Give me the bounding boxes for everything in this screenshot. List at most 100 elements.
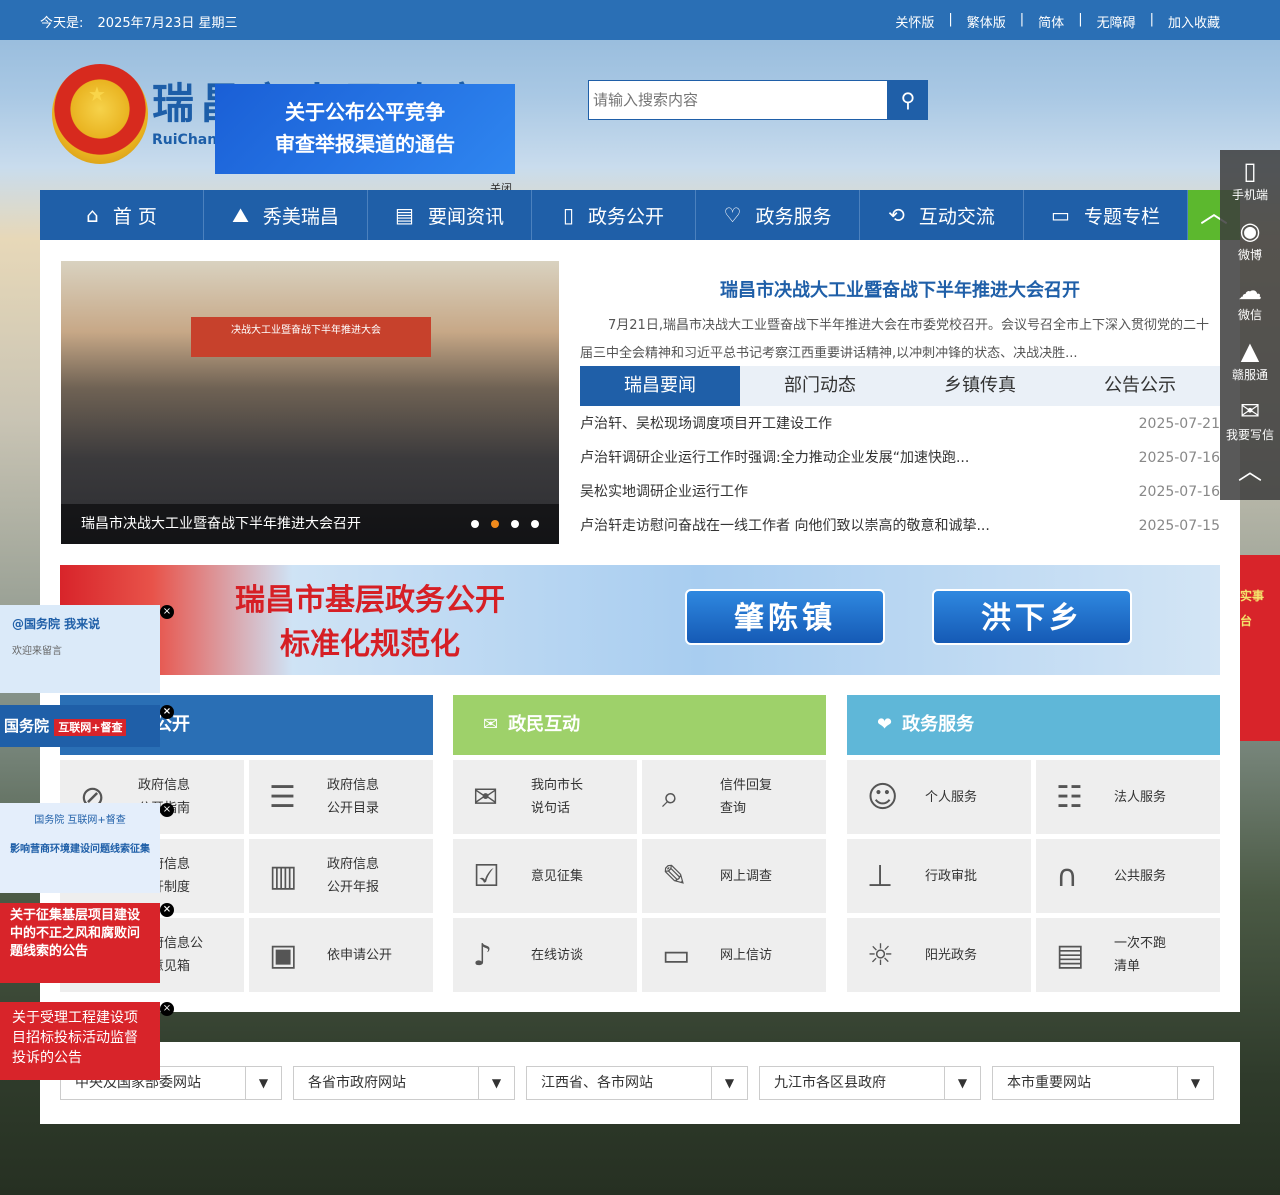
header: ★ 瑞昌市人民政府 RuiChang 关于公布公平竞争 审查举报渠道的通告 关闭… bbox=[0, 40, 1280, 195]
slider-dot-2[interactable] bbox=[491, 520, 499, 528]
tab-ruichang-news[interactable]: 瑞昌要闻 bbox=[580, 366, 740, 406]
notice-popup[interactable]: 关于公布公平竞争 审查举报渠道的通告 bbox=[215, 84, 515, 174]
chat-icon: ▭ bbox=[662, 937, 691, 973]
edit-icon: ✎ bbox=[662, 858, 688, 894]
gov-service-header[interactable]: ❤ 政务服务 bbox=[847, 695, 1220, 755]
notice-line1: 关于公布公平竞争 bbox=[285, 100, 445, 124]
town-button-hongxia[interactable]: 洪下乡 bbox=[932, 589, 1132, 645]
nav-scenic[interactable]: ⛰ 秀美瑞昌 bbox=[204, 190, 368, 240]
standardization-banner[interactable]: 瑞昌市基层政务公开 标准化规范化 肇陈镇 洪下乡 bbox=[60, 565, 1220, 675]
nav-news[interactable]: ▤ 要闻资讯 bbox=[368, 190, 532, 240]
interaction-column: ✉ 政民互动 ✉ 我向市长 说句话 ⌕ 信件回复 查询 ☑ 意见征集 ✎ 网上调查 ♪ 在线访谈… bbox=[453, 695, 826, 992]
care-version-link[interactable]: 关怀版 bbox=[895, 12, 934, 31]
weibo-link[interactable]: ◉ 微博 bbox=[1220, 210, 1280, 270]
nav-gov-open[interactable]: ▯ 政务公开 bbox=[532, 190, 696, 240]
news-slider[interactable]: 决战大工业暨奋战下半年推进大会 瑞昌市决战大工业暨奋战下半年推进大会召开 bbox=[61, 261, 559, 544]
search-button[interactable]: ⚲ bbox=[888, 80, 928, 120]
search-icon: ⚲ bbox=[900, 89, 916, 112]
right-side-banner[interactable]: 实事台 bbox=[1240, 555, 1280, 741]
slider-dot-4[interactable] bbox=[531, 520, 539, 528]
list-item[interactable]: 卢治轩走访慰问奋战在一线工作者 向他们致以崇高的敬意和诚挚... 2025-07-… bbox=[580, 514, 1220, 548]
mail-icon: ✉ bbox=[483, 714, 499, 735]
corporate-service[interactable]: ☷ 法人服务 bbox=[1036, 760, 1220, 834]
envelope-icon: ✉ bbox=[1239, 397, 1261, 425]
public-service[interactable]: ∩ 公共服务 bbox=[1036, 839, 1220, 913]
select-city-sites[interactable]: 本市重要网站 ▼ bbox=[992, 1066, 1214, 1100]
home-icon: ⌂ bbox=[86, 203, 99, 227]
mobile-link[interactable]: ▯ 手机端 bbox=[1220, 150, 1280, 210]
slider-dot-1[interactable] bbox=[471, 520, 479, 528]
close-icon[interactable]: × bbox=[160, 705, 174, 719]
accessibility-link[interactable]: 无障碍 bbox=[1097, 12, 1136, 31]
list-item[interactable]: 卢治轩调研企业运行工作时强调:全力推动企业发展“加速快跑... 2025-07-1… bbox=[580, 446, 1220, 480]
left-float-bidding-notice[interactable]: 关于受理工程建设项目招标投标活动监督投诉的公告 × bbox=[0, 1002, 174, 1080]
traditional-link[interactable]: 繁体版 bbox=[967, 12, 1006, 31]
one-visit-list[interactable]: ▤ 一次不跑 清单 bbox=[1036, 918, 1220, 992]
simplified-link[interactable]: 简体 bbox=[1038, 12, 1064, 31]
list-item[interactable]: 卢治轩、吴松现场调度项目开工建设工作 2025-07-21 bbox=[580, 412, 1220, 446]
chevron-down-icon: ▼ bbox=[944, 1067, 980, 1099]
national-emblem-logo[interactable]: ★ bbox=[52, 64, 148, 164]
tab-department-news[interactable]: 部门动态 bbox=[740, 366, 900, 406]
checklist-icon: ☑ bbox=[473, 858, 500, 894]
date-text: 2025年7月23日 星期三 bbox=[97, 16, 238, 31]
gov-info-catalog[interactable]: ☰ 政府信息 公开目录 bbox=[249, 760, 433, 834]
select-provincial-sites[interactable]: 各省市政府网站 ▼ bbox=[293, 1066, 515, 1100]
close-icon[interactable]: × bbox=[160, 903, 174, 917]
select-jiujiang-districts[interactable]: 九江市各区县政府 ▼ bbox=[759, 1066, 981, 1100]
search-input[interactable] bbox=[588, 80, 888, 120]
left-float-business-env[interactable]: 国务院 互联网+督查 影响营商环境建设问题线索征集 × bbox=[0, 803, 174, 893]
tab-announcements[interactable]: 公告公示 bbox=[1060, 366, 1220, 406]
headline-title[interactable]: 瑞昌市决战大工业暨奋战下半年推进大会召开 bbox=[580, 276, 1220, 302]
corporate-icon: ☷ bbox=[1056, 779, 1083, 815]
online-interview[interactable]: ♪ 在线访谈 bbox=[453, 918, 637, 992]
wechat-link[interactable]: ☁ 微信 bbox=[1220, 270, 1280, 330]
nav-topics[interactable]: ▭ 专题专栏 bbox=[1024, 190, 1188, 240]
chevron-down-icon: ▼ bbox=[711, 1067, 747, 1099]
headset-icon: ∩ bbox=[1056, 858, 1078, 894]
admin-approval[interactable]: ⊥ 行政审批 bbox=[847, 839, 1031, 913]
chevron-down-icon: ▼ bbox=[1177, 1067, 1213, 1099]
left-float-corruption-notice[interactable]: 关于征集基层项目建设中的不正之风和腐败问题线索的公告 × bbox=[0, 903, 174, 983]
search-doc-icon: ⌕ bbox=[662, 779, 679, 815]
apply-disclosure[interactable]: ▣ 依申请公开 bbox=[249, 918, 433, 992]
gov-info-annual-report[interactable]: ▥ 政府信息 公开年报 bbox=[249, 839, 433, 913]
online-survey[interactable]: ✎ 网上调查 bbox=[642, 839, 826, 913]
back-to-top-button[interactable]: ︿ bbox=[1220, 450, 1280, 510]
sunshine-gov[interactable]: ☼ 阳光政务 bbox=[847, 918, 1031, 992]
list-item[interactable]: 吴松实地调研企业运行工作 2025-07-16 bbox=[580, 480, 1220, 514]
opinion-collection[interactable]: ☑ 意见征集 bbox=[453, 839, 637, 913]
nav-interaction[interactable]: ⟲ 互动交流 bbox=[860, 190, 1024, 240]
book-icon: ▯ bbox=[562, 203, 574, 227]
headline-summary: 7月21日,瑞昌市决战大工业暨奋战下半年推进大会在市委党校召开。会议号召全市上下… bbox=[580, 318, 1209, 361]
close-icon[interactable]: × bbox=[160, 605, 174, 619]
chevron-down-icon: ▼ bbox=[245, 1067, 281, 1099]
left-float-comment[interactable]: @国务院 我来说 欢迎来留言 × bbox=[0, 605, 174, 693]
close-icon[interactable]: × bbox=[160, 1002, 174, 1016]
weibo-icon: ◉ bbox=[1239, 217, 1261, 245]
online-petition[interactable]: ▭ 网上信访 bbox=[642, 918, 826, 992]
personal-service[interactable]: ☺ 个人服务 bbox=[847, 760, 1031, 834]
reply-query[interactable]: ⌕ 信件回复 查询 bbox=[642, 760, 826, 834]
interaction-header[interactable]: ✉ 政民互动 bbox=[453, 695, 826, 755]
slider-dot-3[interactable] bbox=[511, 520, 519, 528]
microphone-icon: ♪ bbox=[473, 937, 493, 973]
nav-home[interactable]: ⌂ 首 页 bbox=[40, 190, 204, 240]
mountain-icon: ⛰ bbox=[232, 203, 249, 227]
tab-town-news[interactable]: 乡镇传真 bbox=[900, 366, 1060, 406]
gov-service-column: ❤ 政务服务 ☺ 个人服务 ☷ 法人服务 ⊥ 行政审批 ∩ 公共服务 ☼ 阳光政务 ▤ 一次不… bbox=[847, 695, 1220, 992]
right-float-bar: ▯ 手机端 ◉ 微博 ☁ 微信 ▲ 赣服通 ✉ 我要写信 ︿ bbox=[1220, 150, 1280, 500]
select-jiangxi-sites[interactable]: 江西省、各市网站 ▼ bbox=[526, 1066, 748, 1100]
gft-link[interactable]: ▲ 赣服通 bbox=[1220, 330, 1280, 390]
town-button-zhaochen[interactable]: 肇陈镇 bbox=[685, 589, 885, 645]
slider-dots bbox=[459, 520, 539, 528]
mayor-mailbox[interactable]: ✉ 我向市长 说句话 bbox=[453, 760, 637, 834]
left-float-supervision[interactable]: 国务院 互联网+督查 × bbox=[0, 705, 174, 747]
archive-icon: ▣ bbox=[269, 937, 298, 973]
close-icon[interactable]: × bbox=[160, 803, 174, 817]
write-letter-link[interactable]: ✉ 我要写信 bbox=[1220, 390, 1280, 450]
nav-gov-service[interactable]: ♡ 政务服务 bbox=[696, 190, 860, 240]
wechat-icon: ☁ bbox=[1238, 277, 1262, 305]
bookmark-link[interactable]: 加入收藏 bbox=[1168, 12, 1220, 31]
news-list: 卢治轩、吴松现场调度项目开工建设工作 2025-07-21 卢治轩调研企业运行工作… bbox=[580, 412, 1220, 548]
